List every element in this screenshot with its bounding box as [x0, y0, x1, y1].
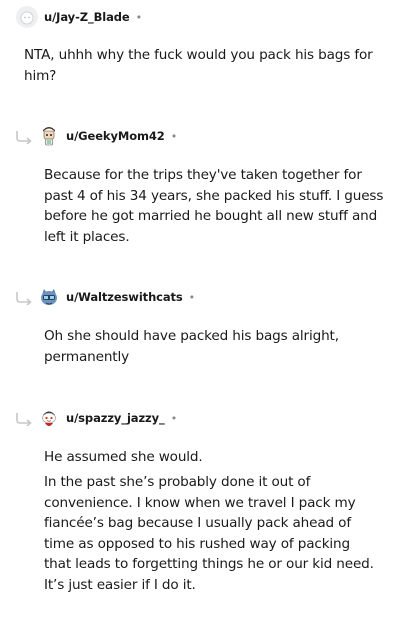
username-link[interactable]: u/Waltzeswithcats [66, 290, 183, 304]
comment-header: u/Waltzeswithcats • [38, 285, 195, 309]
comment-header: u/spazzy_jazzy_ • [38, 406, 177, 430]
default-avatar-icon[interactable] [16, 6, 38, 28]
separator-dot: • [170, 411, 178, 425]
comment-header: u/Jay-Z_Blade • [16, 5, 142, 29]
reply-arrow-icon [16, 131, 32, 144]
reply-arrow-icon [16, 413, 32, 426]
username-link[interactable]: u/Jay-Z_Blade [44, 10, 130, 24]
robot-avatar-icon[interactable] [38, 125, 60, 147]
comment-body: NTA, uhhh why the fuck would you pack hi… [24, 47, 373, 84]
comment-body: In the past she’s probably done it out o… [44, 474, 374, 593]
comment-body: Because for the trips they've taken toge… [44, 167, 384, 245]
separator-dot: • [135, 10, 143, 24]
separator-dot: • [188, 290, 196, 304]
snoo-avatar-icon[interactable] [38, 407, 60, 429]
separator-dot: • [170, 129, 178, 143]
reply-arrow-icon [16, 292, 32, 305]
username-link[interactable]: u/spazzy_jazzy_ [66, 411, 165, 425]
comment-body: Oh she should have packed his bags alrig… [44, 328, 339, 365]
username-link[interactable]: u/GeekyMom42 [66, 129, 165, 143]
cat-avatar-icon[interactable] [38, 286, 60, 308]
comment-body: He assumed she would. [44, 449, 203, 465]
comment-header: u/GeekyMom42 • [38, 124, 177, 148]
